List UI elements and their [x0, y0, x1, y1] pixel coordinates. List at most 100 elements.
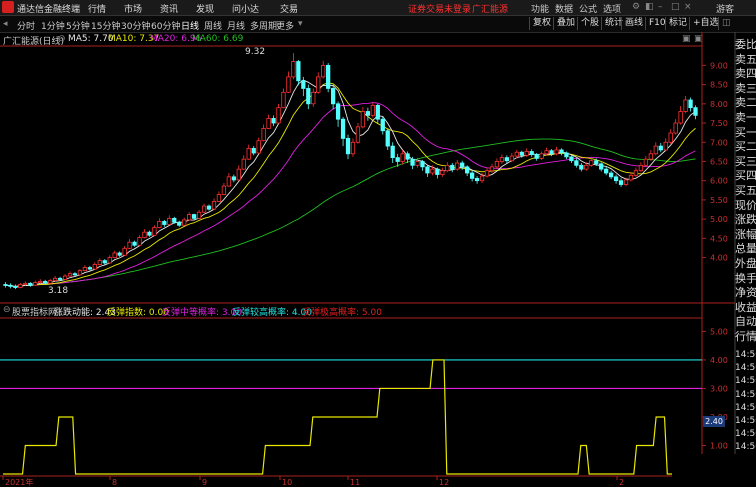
- kline-chart[interactable]: 9.00 8.50 8.00 7.50 7.00 6.50 6.00 5.50 5.00 4.50…: [0, 0, 756, 487]
- side-label: 换手: [735, 271, 756, 285]
- candle-body: [519, 151, 524, 156]
- candle-body: [112, 252, 117, 258]
- tick-time: 14:50: [735, 389, 756, 400]
- candle-body: [465, 166, 470, 174]
- candle-body: [3, 284, 8, 286]
- tick-time: 14:50: [735, 376, 756, 387]
- candle-body: [628, 174, 634, 181]
- candle-body: [142, 231, 147, 238]
- side-label: 卖四: [735, 67, 756, 81]
- candle-body: [187, 214, 192, 221]
- candle-body: [33, 282, 38, 286]
- candle-body: [201, 205, 207, 213]
- candle-body: [415, 161, 420, 166]
- indicator-name: 股票指标网: [12, 308, 58, 318]
- candle-body: [196, 211, 202, 219]
- high-price-label: 9.32: [245, 47, 266, 57]
- candle-body: [489, 166, 495, 172]
- candle-body: [683, 99, 688, 112]
- candle-body: [420, 161, 425, 168]
- candle-body: [326, 64, 331, 89]
- side-label: 买四: [735, 169, 756, 183]
- candle-body: [668, 132, 673, 143]
- indicator-tick-label: 5.00: [710, 327, 728, 336]
- candle-body: [564, 152, 569, 158]
- candle-body: [524, 151, 529, 156]
- candle-body: [584, 164, 589, 170]
- candle-body: [236, 168, 241, 181]
- candle-body: [191, 214, 197, 219]
- candle-body: [226, 176, 232, 187]
- candle-body: [157, 221, 162, 228]
- candle-body: [335, 103, 341, 120]
- candle-body: [678, 111, 683, 124]
- side-label: 涨幅: [735, 227, 756, 241]
- candle-body: [554, 149, 559, 155]
- indicator-collapse-icon[interactable]: ⊖: [3, 305, 11, 315]
- candle-body: [77, 270, 83, 276]
- price-tick-label: 6.00: [710, 177, 728, 186]
- candle-body: [82, 267, 88, 272]
- price-tick-label: 8.00: [710, 100, 728, 109]
- candle-body: [276, 107, 281, 124]
- candle-body: [643, 158, 649, 166]
- price-tick-label: 6.50: [710, 157, 728, 166]
- candle-body: [48, 280, 53, 284]
- candle-body: [147, 231, 152, 236]
- tick-time: 14:50: [735, 416, 756, 426]
- candle-body: [375, 104, 380, 120]
- x-tick-label: 12: [439, 478, 449, 487]
- candle-body: [445, 164, 450, 172]
- candle-body: [266, 118, 271, 129]
- candle-body: [599, 163, 604, 170]
- ma5-line: [5, 79, 696, 287]
- candle-body: [162, 221, 167, 225]
- candle-body: [594, 160, 599, 165]
- candle-body: [385, 130, 390, 147]
- side-label: 行情: [735, 330, 756, 343]
- candle-body: [13, 285, 18, 288]
- candle-body: [18, 284, 23, 288]
- candle-body: [613, 176, 619, 182]
- side-label: 卖五: [735, 52, 756, 66]
- candle-body: [484, 170, 490, 177]
- candle-body: [509, 155, 514, 162]
- candle-body: [246, 147, 251, 160]
- candle-body: [72, 273, 78, 276]
- candle-body: [231, 176, 236, 181]
- candle-body: [693, 107, 698, 116]
- candle-body: [23, 282, 28, 285]
- candle-body: [340, 118, 346, 139]
- indicator-tick-label: 3.00: [710, 384, 728, 393]
- candle-body: [167, 217, 172, 225]
- candle-body: [206, 205, 212, 210]
- x-tick-label: 2: [619, 478, 624, 487]
- candle-body: [648, 153, 653, 160]
- candle-body: [455, 162, 460, 170]
- candle-body: [360, 111, 366, 128]
- candle-body: [107, 257, 112, 264]
- low-price-label: 3.18: [48, 286, 69, 296]
- candle-body: [256, 140, 261, 154]
- x-tick-label: 8: [112, 478, 117, 487]
- candle-body: [172, 217, 177, 223]
- price-tick-label: 5.50: [710, 196, 728, 205]
- candle-body: [529, 151, 534, 155]
- price-tick-label: 8.50: [710, 81, 728, 90]
- candle-body: [321, 64, 326, 78]
- candle-body: [345, 138, 351, 155]
- candle-body: [92, 264, 97, 270]
- candle-body: [38, 280, 43, 283]
- candle-body: [474, 177, 480, 182]
- candle-body: [623, 179, 629, 185]
- candle-body: [604, 168, 609, 174]
- side-label: 买一: [735, 125, 756, 139]
- candle-body: [57, 277, 63, 280]
- side-label: 涨跌: [735, 213, 756, 227]
- side-label: 总量: [735, 242, 756, 256]
- side-label: 卖三: [735, 81, 756, 95]
- candle-body: [395, 157, 400, 162]
- side-label: 委比: [735, 38, 756, 51]
- candle-body: [633, 170, 639, 176]
- candle-body: [87, 267, 93, 270]
